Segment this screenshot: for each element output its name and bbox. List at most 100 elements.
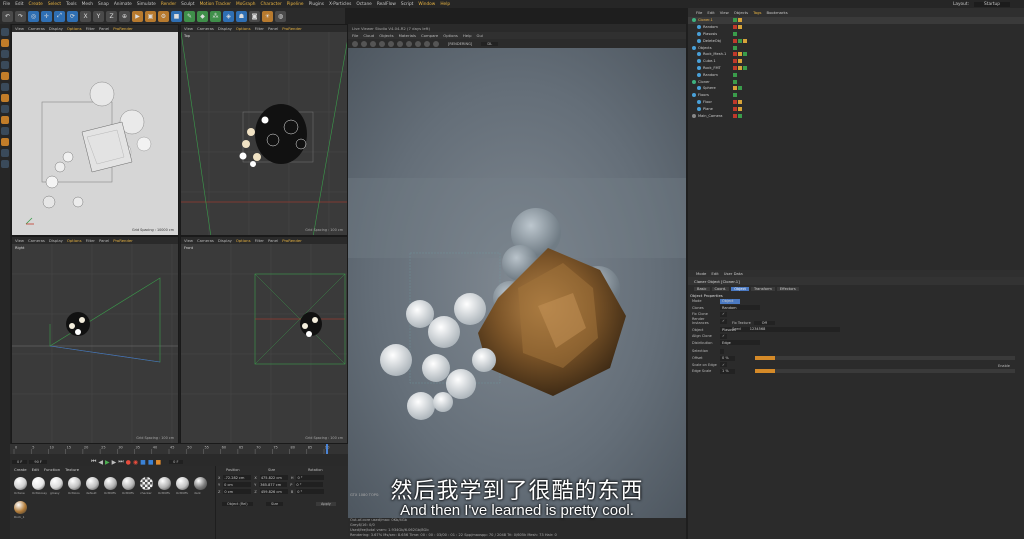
menu-item[interactable]: Mesh	[82, 2, 93, 7]
slider-track[interactable]	[755, 369, 1015, 374]
coordinate-field[interactable]: 0 °	[296, 489, 325, 494]
menu-item[interactable]: Edit	[15, 2, 23, 7]
object-row[interactable]: Cloner	[688, 78, 1024, 85]
live-viewer-menu-item[interactable]: Gui	[477, 33, 483, 38]
viewport-menu-item[interactable]: Panel	[268, 26, 278, 31]
viewport-menu-item[interactable]: Display	[218, 238, 232, 243]
material-swatch[interactable]	[158, 477, 171, 490]
start-frame-field[interactable]: 0 F	[12, 460, 28, 464]
menu-item[interactable]: RealFlow	[377, 2, 396, 7]
tag-icon[interactable]	[733, 65, 737, 70]
object-row[interactable]: Main_Camera	[688, 112, 1024, 119]
viewport-menu-item[interactable]: Panel	[99, 238, 109, 243]
play-icon[interactable]: ▶	[105, 459, 110, 466]
record-icon[interactable]: ●	[126, 459, 131, 466]
menu-item[interactable]: MoGraph	[236, 2, 256, 7]
object-row[interactable]: Cloner.1	[688, 17, 1024, 24]
render-picture-viewer-icon[interactable]: ▣	[145, 10, 156, 22]
menu-item[interactable]: Snap	[98, 2, 109, 7]
viewport-menu-item[interactable]: Panel	[268, 238, 278, 243]
coordinate-field[interactable]: -72.282 cm	[223, 475, 252, 480]
viewport-menu-item[interactable]: Cameras	[28, 26, 45, 31]
object-manager-menu-item[interactable]: Edit	[707, 10, 714, 15]
axis-x-button[interactable]: X	[80, 10, 91, 22]
live-viewer-menu-item[interactable]: Objects	[379, 33, 393, 38]
material-swatch[interactable]	[176, 477, 189, 490]
tag-icon[interactable]	[733, 25, 737, 30]
tag-icon[interactable]	[738, 52, 742, 57]
object-row[interactable]: Random	[688, 24, 1024, 31]
tag-icon[interactable]	[738, 25, 742, 30]
material-menu-item[interactable]: Texture	[65, 467, 79, 472]
viewport-menu-item[interactable]: ProRender	[282, 26, 302, 31]
tag-icon[interactable]	[743, 52, 747, 57]
tag-icon[interactable]	[738, 65, 742, 70]
attribute-value[interactable]: 1 %	[720, 368, 735, 374]
viewport-menu-item[interactable]: View	[184, 26, 193, 31]
next-frame-icon[interactable]: ▶	[112, 459, 117, 466]
fix-texture-dropdown[interactable]: Off	[753, 321, 775, 325]
keyframe-position-icon[interactable]: ■	[140, 459, 146, 466]
solo-icon[interactable]	[1, 160, 9, 168]
tag-icon[interactable]	[733, 79, 737, 84]
object-manager-menu-item[interactable]: Objects	[734, 10, 748, 15]
material-menu-item[interactable]: Edit	[32, 467, 39, 472]
viewport-menu-item[interactable]: Options	[67, 26, 82, 31]
region-render-icon[interactable]	[397, 40, 403, 47]
coordinate-field[interactable]: 459.826 cm	[259, 489, 288, 494]
keyframe-rotation-icon[interactable]: ■	[148, 459, 154, 466]
attribute-tab[interactable]: Coord.	[711, 286, 730, 291]
tag-icon[interactable]	[733, 72, 737, 77]
viewport-right[interactable]: View Cameras Display Options Filter Panel ProR…	[11, 236, 179, 444]
tag-icon[interactable]	[733, 113, 737, 118]
attribute-value[interactable]: Object	[720, 298, 740, 304]
viewport-menu-item[interactable]: Options	[67, 238, 82, 243]
enable-label[interactable]: Enable	[998, 364, 1010, 368]
menu-item[interactable]: Plugins	[309, 2, 324, 7]
lock-resolution-icon[interactable]	[415, 40, 421, 47]
cube-icon[interactable]: ■	[171, 10, 182, 22]
viewport-menu-item[interactable]: Options	[236, 238, 251, 243]
axis-mode-icon[interactable]	[1, 61, 9, 69]
coordinate-field[interactable]: 475.822 cm	[259, 475, 288, 480]
render-view-icon[interactable]: ▶	[132, 10, 143, 22]
tag-icon[interactable]	[743, 38, 747, 43]
model-mode-icon[interactable]	[1, 39, 9, 47]
object-row[interactable]: Plasosis	[688, 31, 1024, 38]
spline-pen-icon[interactable]: ✎	[184, 10, 195, 22]
object-manager-menu-item[interactable]: Bookmarks	[767, 10, 788, 15]
snap-icon[interactable]	[1, 127, 9, 135]
menu-item[interactable]: Motion Tracker	[200, 2, 231, 7]
live-viewer-menu-item[interactable]: File	[352, 33, 358, 38]
octane-icon[interactable]: ◍	[275, 10, 286, 22]
send-scene-icon[interactable]	[352, 40, 358, 47]
viewport-top[interactable]: View Cameras Display Options Filter Panel ProR…	[180, 24, 348, 236]
object-row[interactable]: Random	[688, 71, 1024, 78]
seed-field[interactable]: 1234568	[743, 327, 772, 331]
attribute-tab[interactable]: Transform	[750, 286, 775, 291]
timeline[interactable]: 051015202530354045505560657075808590 0 F…	[10, 444, 348, 466]
render-kernel-dropdown[interactable]: DL	[481, 41, 499, 46]
rotate-icon[interactable]: ⟳	[67, 10, 78, 22]
viewport-menu-item[interactable]: Cameras	[197, 238, 214, 243]
attribute-menu-item[interactable]: User Data	[724, 271, 743, 276]
enable-axis-icon[interactable]	[1, 105, 9, 113]
material-swatch[interactable]	[140, 477, 153, 490]
settings-icon[interactable]	[388, 40, 394, 47]
lock-workplane-icon[interactable]	[1, 149, 9, 157]
scene-icon[interactable]: ☗	[236, 10, 247, 22]
tag-icon[interactable]	[738, 38, 742, 43]
viewport-menu-item[interactable]: Filter	[86, 26, 95, 31]
object-row[interactable]: DeleteObj	[688, 37, 1024, 44]
tag-icon[interactable]	[733, 93, 737, 98]
viewport-menu-item[interactable]: Display	[49, 238, 63, 243]
material-swatch[interactable]	[104, 477, 117, 490]
end-frame-field[interactable]: 0 F	[169, 460, 183, 464]
tag-icon[interactable]	[733, 45, 737, 50]
menu-item[interactable]: Character	[261, 2, 282, 7]
coord-mode-dropdown[interactable]: Object (Rel)	[222, 502, 253, 506]
coordinate-field[interactable]: 0 cm	[223, 489, 252, 494]
menu-item[interactable]: Sculpt	[181, 2, 194, 7]
menu-item[interactable]: Window	[418, 2, 435, 7]
viewport-menu-item[interactable]: ProRender	[113, 238, 133, 243]
